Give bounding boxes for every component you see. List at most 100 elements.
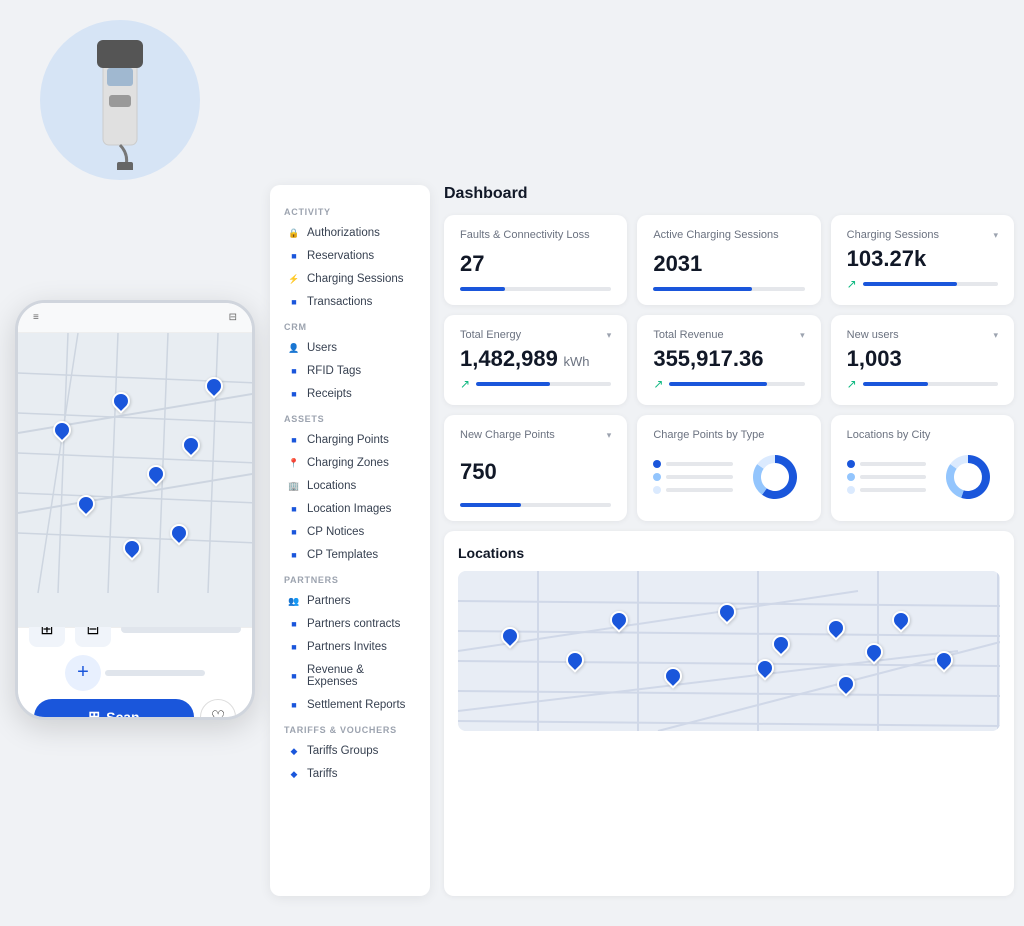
sidebar-item-partners[interactable]: 👥Partners [274, 590, 426, 612]
map-pin [112, 392, 126, 410]
stat-card-title-new-users: New users [847, 329, 899, 341]
legend-bar-locations-city-0 [860, 462, 926, 466]
add-location-button[interactable]: + [65, 655, 101, 691]
phone-map-area [18, 333, 252, 627]
sidebar-item-users[interactable]: 👤Users [274, 337, 426, 359]
sidebar-item-revenue-expenses[interactable]: ■Revenue & Expenses [274, 659, 426, 693]
stat-card-value-new-charge-points: 750 [460, 459, 611, 485]
stat-card-dropdown-total-revenue[interactable]: ▾ [800, 330, 805, 341]
stat-card-value-total-energy: 1,482,989 kWh [460, 346, 611, 372]
map-pin [205, 377, 219, 395]
stat-card-footer-charging-sessions: ↗ [847, 277, 998, 291]
stat-card-footer-active-sessions [653, 287, 804, 291]
sidebar-section-crm: CRM [270, 314, 430, 336]
sidebar-label-partners-invites: Partners Invites [307, 641, 387, 653]
sidebar-item-receipts[interactable]: ■Receipts [274, 383, 426, 405]
legend-dot-locations-city-2 [847, 486, 855, 494]
progress-wrapper-total-revenue [669, 382, 804, 386]
stat-card-dropdown-total-energy[interactable]: ▾ [607, 330, 612, 341]
stat-card-title-charge-points-type: Charge Points by Type [653, 429, 764, 441]
location-pin-7 [756, 659, 770, 677]
legend-item-locations-city-0 [847, 460, 926, 468]
sidebar-item-partners-invites[interactable]: ■ Partners Invites [274, 636, 426, 658]
stat-card-footer-total-revenue: ↗ [653, 377, 804, 391]
stat-card-charging-sessions: Charging Sessions▾103.27k↗ [831, 215, 1014, 305]
legend-item-charge-points-type-0 [653, 460, 732, 468]
sidebar-item-locations[interactable]: 🏢Locations [274, 475, 426, 497]
donut-segment-locations-city-1 [946, 464, 964, 498]
sidebar-icon-rfid-tags: ■ [288, 365, 300, 377]
stat-card-total-energy: Total Energy▾1,482,989 kWh↗ [444, 315, 627, 405]
progress-fill-active-sessions [653, 287, 751, 291]
progress-wrapper-faults [460, 287, 611, 291]
stat-card-new-charge-points: New Charge Points ▾ 750 [444, 415, 627, 521]
stats-grid: Faults & Connectivity Loss27Active Charg… [444, 215, 1014, 521]
stat-card-active-sessions: Active Charging Sessions2031 [637, 215, 820, 305]
map-pin [170, 524, 184, 542]
sidebar-label-location-images: Location Images [307, 503, 391, 515]
phone-mockup: ≡ ⊟ [15, 300, 255, 720]
locations-section: Locations [444, 531, 1014, 896]
stat-card-new-users: New users▾1,003↗ [831, 315, 1014, 405]
progress-fill-new-users [863, 382, 928, 386]
trend-icon-charging-sessions: ↗ [847, 277, 857, 291]
sidebar-icon-location-images: ■ [288, 503, 300, 515]
locations-map[interactable] [458, 571, 1000, 731]
stat-card-dropdown-new-charge-points[interactable]: ▾ [607, 430, 612, 441]
phone-bottom-bar: ⊞ ⊟ + ⊞ Scan ♡ [18, 627, 252, 717]
dashboard-title: Dashboard [444, 185, 1014, 203]
sidebar-item-settlement-reports[interactable]: ■Settlement Reports [274, 694, 426, 716]
scan-button[interactable]: ⊞ Scan [34, 699, 194, 721]
dashboard-panel: ACTIVITY🔒Authorizations■Reservations⚡Cha… [270, 185, 1014, 896]
sidebar-icon-cp-templates: ■ [288, 549, 300, 561]
stat-card-value-total-revenue: 355,917.36 [653, 346, 804, 372]
sidebar-item-tariffs-groups[interactable]: ◆Tariffs Groups [274, 740, 426, 762]
sidebar-item-tariffs[interactable]: ◆Tariffs [274, 763, 426, 785]
sidebar-item-transactions[interactable]: ■Transactions [274, 291, 426, 313]
stat-card-footer-total-energy: ↗ [460, 377, 611, 391]
stat-card-header-charge-points-type: Charge Points by Type [653, 429, 804, 441]
sidebar-icon-partners-invites: ■ [288, 641, 300, 653]
sidebar-item-charging-zones[interactable]: 📍Charging Zones [274, 452, 426, 474]
location-pin-2 [566, 651, 580, 669]
stat-card-title-new-charge-points: New Charge Points [460, 429, 555, 441]
sidebar-item-authorizations[interactable]: 🔒Authorizations [274, 222, 426, 244]
stat-card-header-new-users: New users ▾ [847, 329, 998, 341]
sidebar-icon-reservations: ■ [288, 250, 300, 262]
sidebar-label-partners: Partners [307, 595, 350, 607]
sidebar-item-cp-notices[interactable]: ■CP Notices [274, 521, 426, 543]
progress-fill-faults [460, 287, 505, 291]
donut-widget-locations-city [847, 447, 998, 507]
stat-card-footer-new-users: ↗ [847, 377, 998, 391]
map-pin [53, 421, 67, 439]
sidebar-label-tariffs-groups: Tariffs Groups [307, 745, 378, 757]
donut-widget-charge-points-type [653, 447, 804, 507]
stat-card-dropdown-new-users[interactable]: ▾ [993, 330, 998, 341]
sidebar-item-reservations[interactable]: ■Reservations [274, 245, 426, 267]
sidebar-item-cp-templates[interactable]: ■CP Templates [274, 544, 426, 566]
stat-card-locations-city: Locations by City [831, 415, 1014, 521]
stat-card-title-locations-city: Locations by City [847, 429, 931, 441]
sidebar-item-charging-sessions[interactable]: ⚡Charging Sessions [274, 268, 426, 290]
sidebar-section-activity: ACTIVITY [270, 199, 430, 221]
legend-dot-charge-points-type-0 [653, 460, 661, 468]
donut-legend-locations-city [847, 460, 926, 494]
stat-card-total-revenue: Total Revenue▾355,917.36↗ [637, 315, 820, 405]
legend-dot-locations-city-0 [847, 460, 855, 468]
favorite-button[interactable]: ♡ [200, 699, 236, 721]
trend-icon-total-revenue: ↗ [653, 377, 663, 391]
stat-card-header-faults: Faults & Connectivity Loss [460, 229, 611, 241]
sidebar-icon-partners-contracts: ■ [288, 618, 300, 630]
sidebar-item-location-images[interactable]: ■ Location Images [274, 498, 426, 520]
sidebar-item-partners-contracts[interactable]: ■Partners contracts [274, 613, 426, 635]
sidebar-item-rfid-tags[interactable]: ■RFID Tags [274, 360, 426, 382]
legend-bar-charge-points-type-0 [666, 462, 732, 466]
location-pin-1 [610, 611, 624, 629]
sidebar-label-tariffs: Tariffs [307, 768, 337, 780]
sidebar-item-charging-points[interactable]: ■Charging Points [274, 429, 426, 451]
donut-chart-locations-city [938, 447, 998, 507]
stat-card-dropdown-charging-sessions[interactable]: ▾ [993, 230, 998, 241]
progress-fill-charging-sessions [863, 282, 958, 286]
progress-fill-total-revenue [669, 382, 766, 386]
donut-segment-charge-points-type-1 [753, 464, 767, 495]
